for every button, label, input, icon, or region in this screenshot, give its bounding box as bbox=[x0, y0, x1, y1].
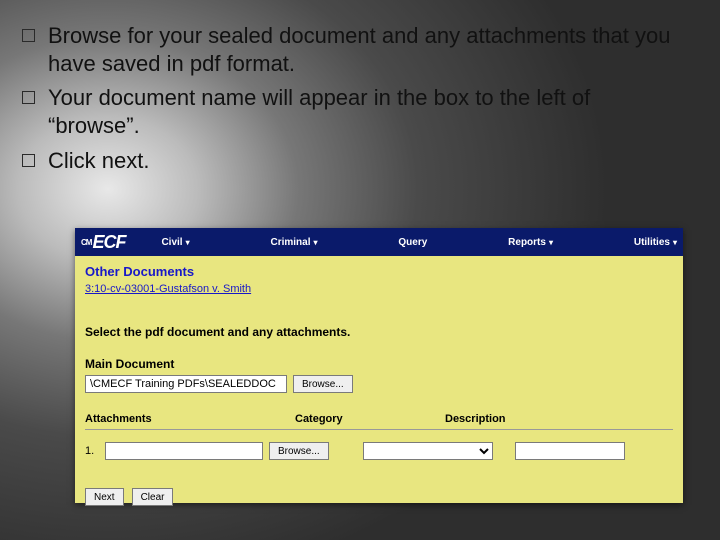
description-input[interactable] bbox=[515, 442, 625, 460]
logo-cm: CM bbox=[81, 239, 91, 246]
bullet-item: Click next. bbox=[20, 147, 680, 175]
logo-ecf: ECF bbox=[92, 232, 125, 253]
ecf-menubar: CM ECF Civil▾ Criminal▾ Query Reports▾ U… bbox=[75, 228, 683, 256]
chevron-down-icon: ▾ bbox=[673, 238, 677, 247]
bullet-item: Browse for your sealed document and any … bbox=[20, 22, 680, 78]
col-description: Description bbox=[445, 413, 565, 425]
bullet-text: Your document name will appear in the bo… bbox=[48, 85, 590, 138]
menu-civil[interactable]: Civil▾ bbox=[161, 237, 189, 248]
attachment-row: 1. Browse... bbox=[85, 442, 673, 460]
browse-button-main[interactable]: Browse... bbox=[293, 375, 353, 393]
case-link[interactable]: 3:10-cv-03001-Gustafson v. Smith bbox=[85, 283, 251, 295]
main-document-input[interactable] bbox=[85, 375, 287, 393]
instruction-text: Select the pdf document and any attachme… bbox=[85, 325, 673, 339]
main-document-row: Browse... bbox=[85, 375, 673, 393]
bottom-button-row: Next Clear bbox=[85, 488, 673, 506]
bullet-item: Your document name will appear in the bo… bbox=[20, 84, 680, 140]
clear-button[interactable]: Clear bbox=[132, 488, 174, 506]
ecf-screenshot-panel: CM ECF Civil▾ Criminal▾ Query Reports▾ U… bbox=[75, 228, 683, 503]
browse-button-attachment[interactable]: Browse... bbox=[269, 442, 329, 460]
menu-utilities[interactable]: Utilities▾ bbox=[634, 237, 677, 248]
attachment-row-number: 1. bbox=[85, 445, 99, 457]
ecf-body: Other Documents 3:10-cv-03001-Gustafson … bbox=[75, 256, 683, 512]
chevron-down-icon: ▾ bbox=[186, 238, 190, 247]
attachments-header-row: Attachments Category Description bbox=[85, 413, 673, 430]
menu-query[interactable]: Query bbox=[398, 237, 427, 248]
next-button[interactable]: Next bbox=[85, 488, 124, 506]
bullet-text: Click next. bbox=[48, 148, 149, 173]
menu-criminal[interactable]: Criminal▾ bbox=[270, 237, 317, 248]
bullet-text: Browse for your sealed document and any … bbox=[48, 23, 670, 76]
menu-reports[interactable]: Reports▾ bbox=[508, 237, 553, 248]
attachment-file-input[interactable] bbox=[105, 442, 263, 460]
chevron-down-icon: ▾ bbox=[549, 238, 553, 247]
ecf-logo: CM ECF bbox=[81, 232, 125, 253]
main-document-label: Main Document bbox=[85, 357, 673, 371]
col-attachments: Attachments bbox=[85, 413, 295, 425]
section-title: Other Documents bbox=[85, 264, 673, 279]
chevron-down-icon: ▾ bbox=[313, 238, 317, 247]
col-category: Category bbox=[295, 413, 445, 425]
instruction-bullets: Browse for your sealed document and any … bbox=[20, 22, 680, 181]
category-select[interactable] bbox=[363, 442, 493, 460]
